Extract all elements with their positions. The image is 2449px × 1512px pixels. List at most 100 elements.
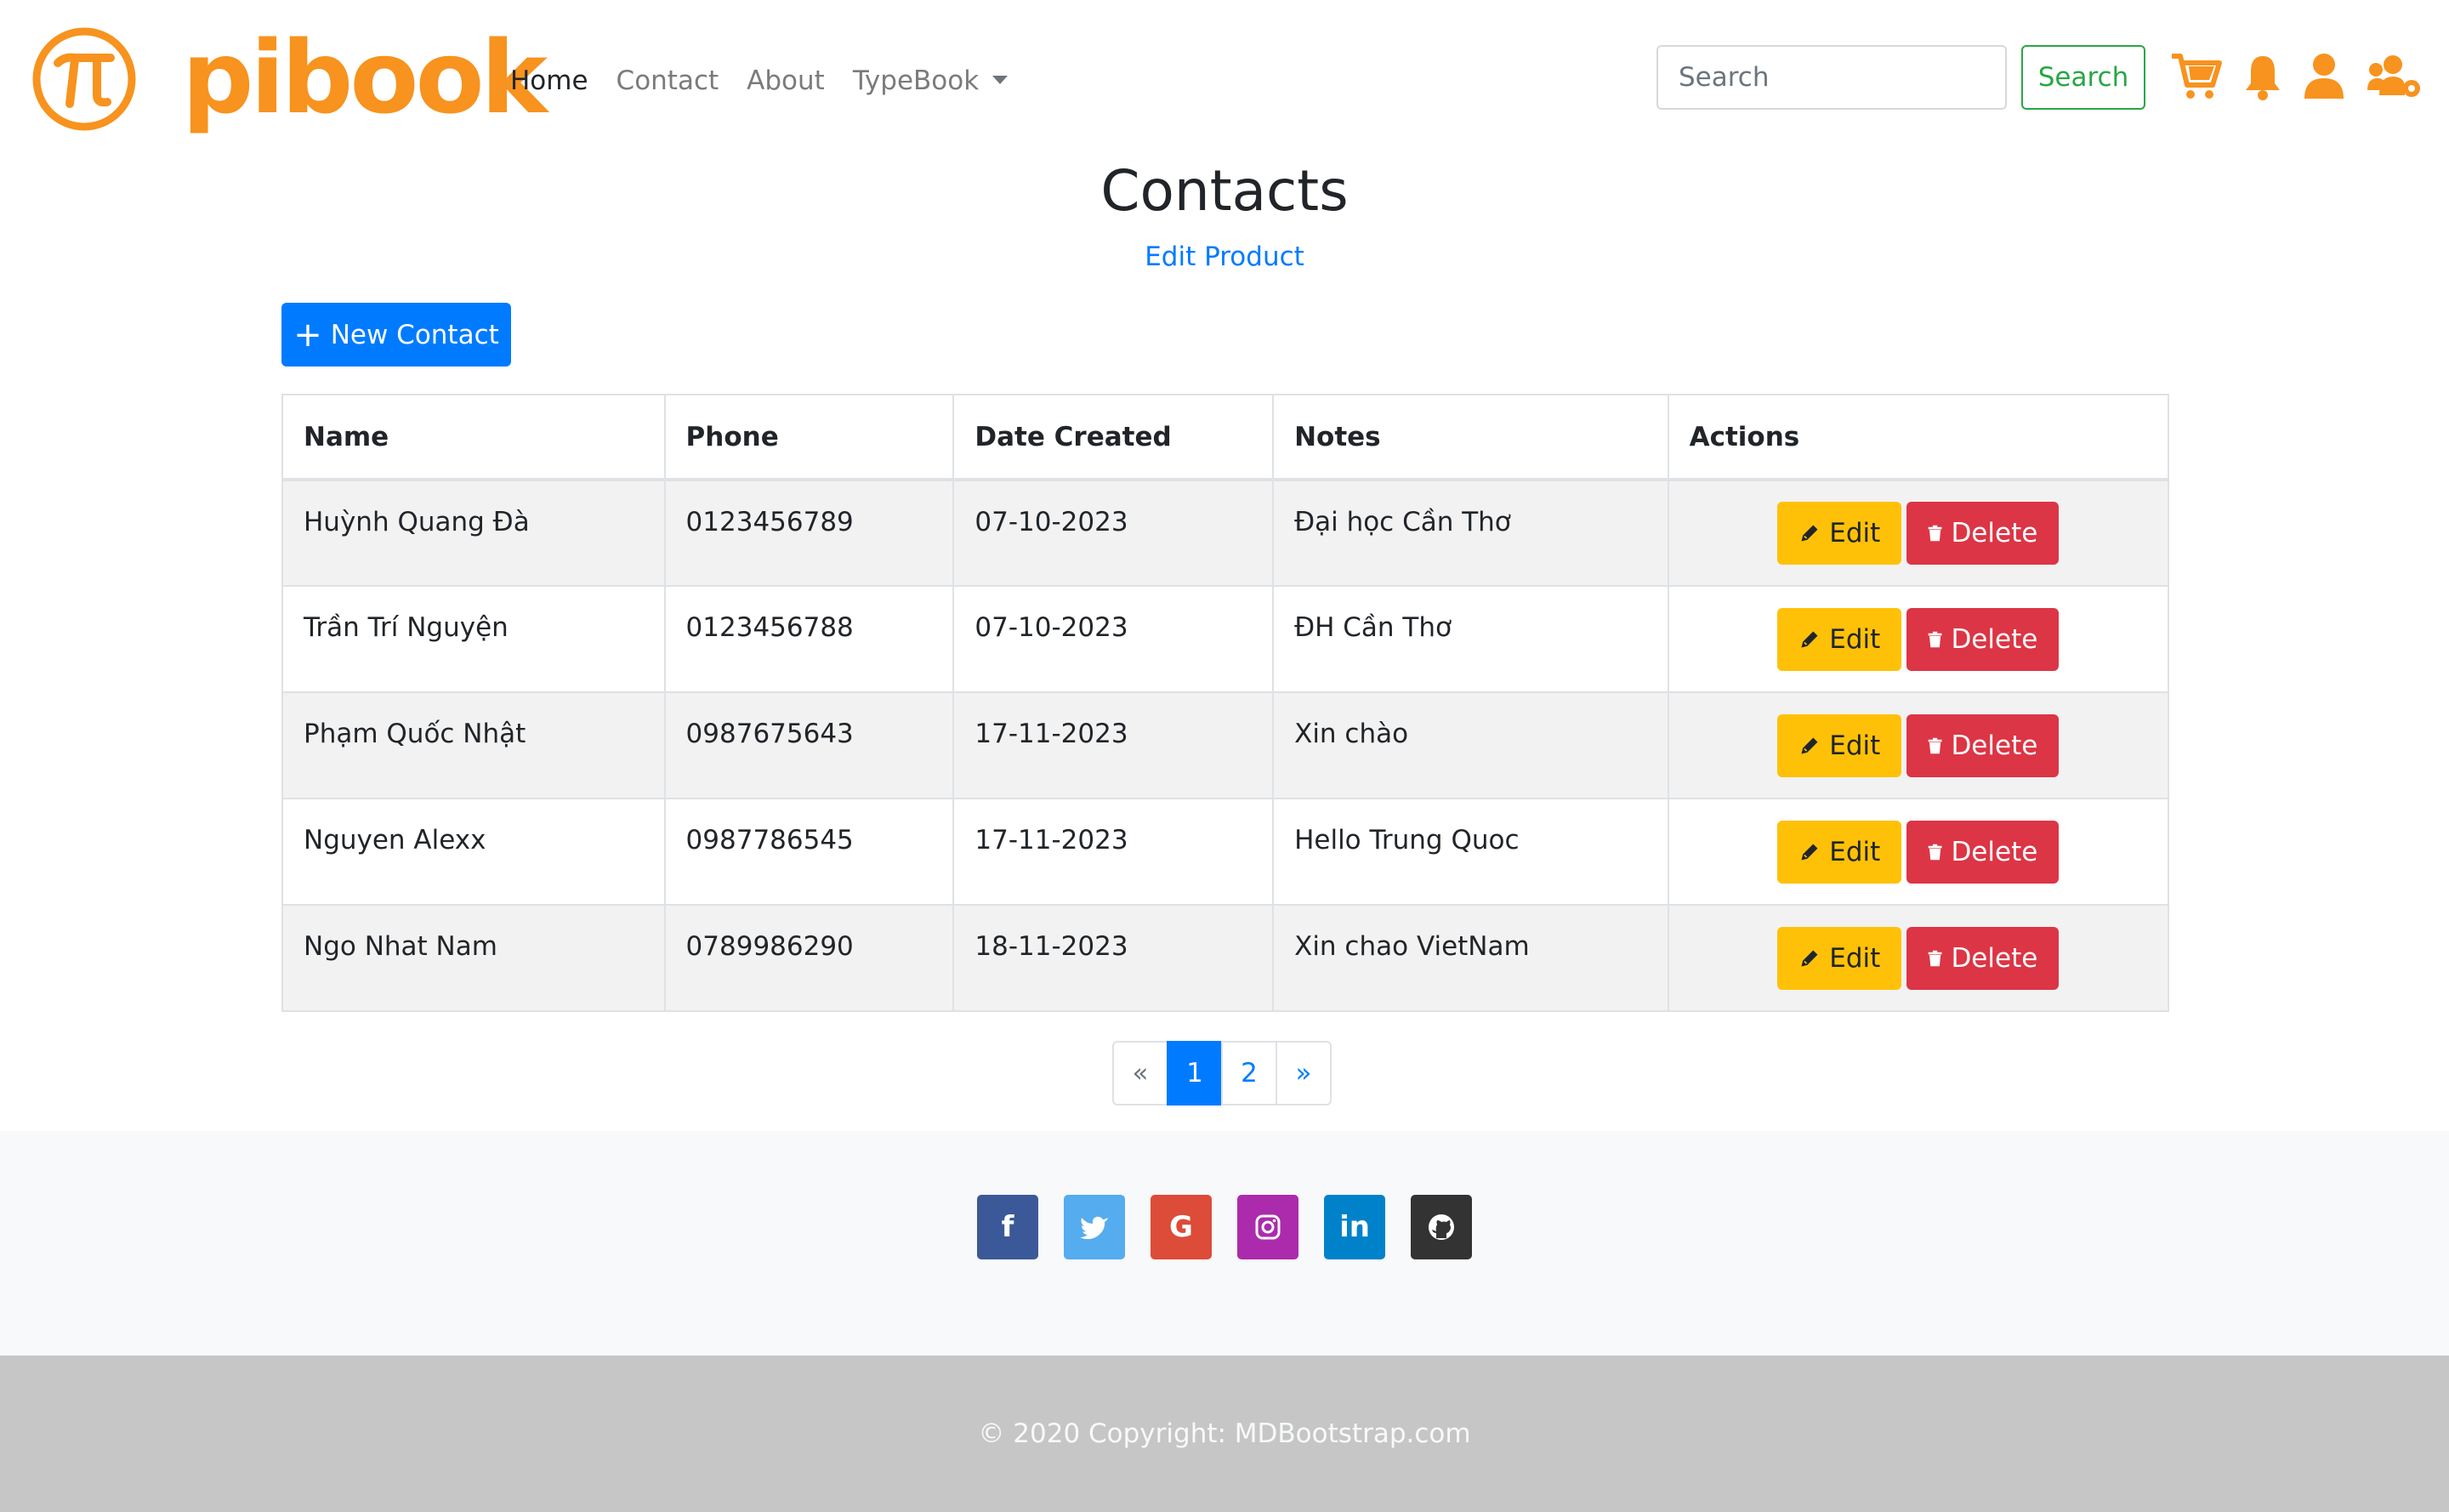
cell-name: Ngo Nhat Nam [281, 904, 666, 1012]
nav-dropdown-typebook[interactable]: TypeBook [852, 61, 1009, 100]
edit-label: Edit [1829, 730, 1881, 761]
cell-phone: 0123456789 [663, 479, 955, 587]
cell-name: Nguyen Alexx [281, 798, 666, 906]
trash-icon [1928, 737, 1942, 753]
edit-button[interactable]: Edit [1777, 502, 1902, 565]
plus-icon: + [293, 315, 322, 355]
new-contact-button[interactable]: + New Contact [281, 303, 511, 367]
linkedin-icon: in [1339, 1210, 1370, 1244]
delete-label: Delete [1951, 730, 2038, 761]
navbar: pibook Home Contact About TypeBook Searc… [0, 0, 2449, 158]
nav-link-contact[interactable]: Contact [617, 61, 719, 100]
contacts-table: Name Phone Date Created Notes Actions Hu… [281, 394, 2170, 1012]
cell-actions: Edit Delete [1667, 585, 2170, 693]
pagination-next[interactable]: » [1276, 1041, 1332, 1106]
trash-icon [1928, 631, 1942, 647]
cell-notes: Xin chào [1272, 691, 1669, 799]
delete-label: Delete [1951, 942, 2038, 974]
delete-button[interactable]: Delete [1906, 502, 2060, 565]
pagination: « 1 2 » [1112, 1041, 1332, 1106]
cell-notes: Xin chao VietNam [1272, 904, 1669, 1012]
edit-button[interactable]: Edit [1777, 713, 1902, 777]
cell-name: Huỳnh Quang Đà [281, 479, 666, 587]
delete-button[interactable]: Delete [1906, 820, 2060, 884]
cart-icon[interactable] [2170, 51, 2223, 102]
delete-label: Delete [1951, 836, 2038, 867]
edit-button[interactable]: Edit [1777, 820, 1902, 884]
cell-date-created: 17-11-2023 [952, 798, 1275, 906]
new-contact-label: New Contact [330, 319, 499, 350]
trash-icon [1928, 950, 1942, 966]
cell-name: Phạm Quốc Nhật [281, 691, 666, 799]
linkedin-button[interactable]: in [1324, 1195, 1385, 1259]
table-row: Phạm Quốc Nhật 0987675643 17-11-2023 Xin ch… [281, 691, 2170, 799]
delete-label: Delete [1951, 623, 2038, 655]
pi-logo-icon [32, 27, 136, 131]
pagination-prev[interactable]: « [1112, 1041, 1168, 1106]
column-header-date-created: Date Created [952, 394, 1275, 481]
users-cog-icon[interactable] [2367, 51, 2423, 102]
cell-name: Trần Trí Nguyện [281, 585, 666, 693]
cell-notes: Đại học Cần Thơ [1272, 479, 1669, 587]
user-icon[interactable] [2303, 51, 2345, 102]
footer: f G in © 2020 Copyright: MDBootstrap.com [0, 1131, 2449, 1512]
nav-dropdown-label: TypeBook [852, 65, 980, 96]
cell-phone: 0987786545 [663, 798, 955, 906]
nav-link-home[interactable]: Home [510, 61, 588, 100]
cell-phone: 0789986290 [663, 904, 955, 1012]
cell-phone: 0987675643 [663, 691, 955, 799]
twitter-button[interactable] [1064, 1195, 1125, 1259]
search-button[interactable]: Search [2021, 45, 2145, 110]
table-row: Trần Trí Nguyện 0123456788 07-10-2023 ĐH Cầ… [281, 585, 2170, 693]
delete-button[interactable]: Delete [1906, 926, 2060, 990]
cell-actions: Edit Delete [1667, 691, 2170, 799]
page-title: Contacts [1100, 158, 1349, 224]
pagination-page-2[interactable]: 2 [1221, 1041, 1277, 1106]
twitter-icon [1080, 1216, 1108, 1239]
cell-date-created: 17-11-2023 [952, 691, 1275, 799]
instagram-button[interactable] [1237, 1195, 1298, 1259]
cell-notes: ĐH Cần Thơ [1272, 585, 1669, 693]
delete-button[interactable]: Delete [1906, 713, 2060, 777]
search-input[interactable] [1656, 45, 2007, 110]
bell-icon[interactable] [2242, 51, 2283, 102]
brand-logo[interactable]: pibook [31, 26, 548, 133]
column-header-actions: Actions [1667, 394, 2170, 481]
cell-notes: Hello Trung Quoc [1272, 798, 1669, 906]
pagination-page-1[interactable]: 1 [1167, 1041, 1223, 1106]
edit-label: Edit [1829, 623, 1881, 655]
cell-actions: Edit Delete [1667, 479, 2170, 587]
trash-icon [1928, 844, 1942, 860]
edit-label: Edit [1829, 518, 1881, 549]
column-header-notes: Notes [1272, 394, 1669, 481]
brand-name: pibook [182, 19, 548, 136]
edit-button[interactable]: Edit [1777, 926, 1902, 990]
facebook-button[interactable]: f [977, 1195, 1038, 1259]
table-row: Ngo Nhat Nam 0789986290 18-11-2023 Xin chao… [281, 904, 2170, 1012]
delete-button[interactable]: Delete [1906, 607, 2060, 671]
copyright: © 2020 Copyright: MDBootstrap.com [0, 1356, 2449, 1512]
github-icon [1429, 1214, 1454, 1240]
edit-button[interactable]: Edit [1777, 607, 1902, 671]
cell-phone: 0123456788 [663, 585, 955, 693]
instagram-icon [1255, 1214, 1281, 1240]
edit-label: Edit [1829, 836, 1881, 867]
pencil-icon [1801, 630, 1818, 648]
nav-link-about[interactable]: About [747, 61, 825, 100]
pencil-icon [1801, 949, 1818, 967]
social-links: f G in [0, 1195, 2449, 1259]
edit-product-link[interactable]: Edit Product [0, 238, 2449, 276]
cell-date-created: 18-11-2023 [952, 904, 1275, 1012]
pencil-icon [1801, 525, 1818, 542]
table-row: Huỳnh Quang Đà 0123456789 07-10-2023 Đại họ… [281, 479, 2170, 587]
cell-date-created: 07-10-2023 [952, 585, 1275, 693]
column-header-name: Name [281, 394, 666, 481]
github-button[interactable] [1411, 1195, 1472, 1259]
facebook-icon: f [1001, 1210, 1014, 1244]
table-row: Nguyen Alexx 0987786545 17-11-2023 Hello Tr… [281, 798, 2170, 906]
pencil-icon [1801, 843, 1818, 861]
edit-label: Edit [1829, 942, 1881, 974]
cell-date-created: 07-10-2023 [952, 479, 1275, 587]
google-button[interactable]: G [1151, 1195, 1212, 1259]
google-icon: G [1169, 1210, 1193, 1244]
